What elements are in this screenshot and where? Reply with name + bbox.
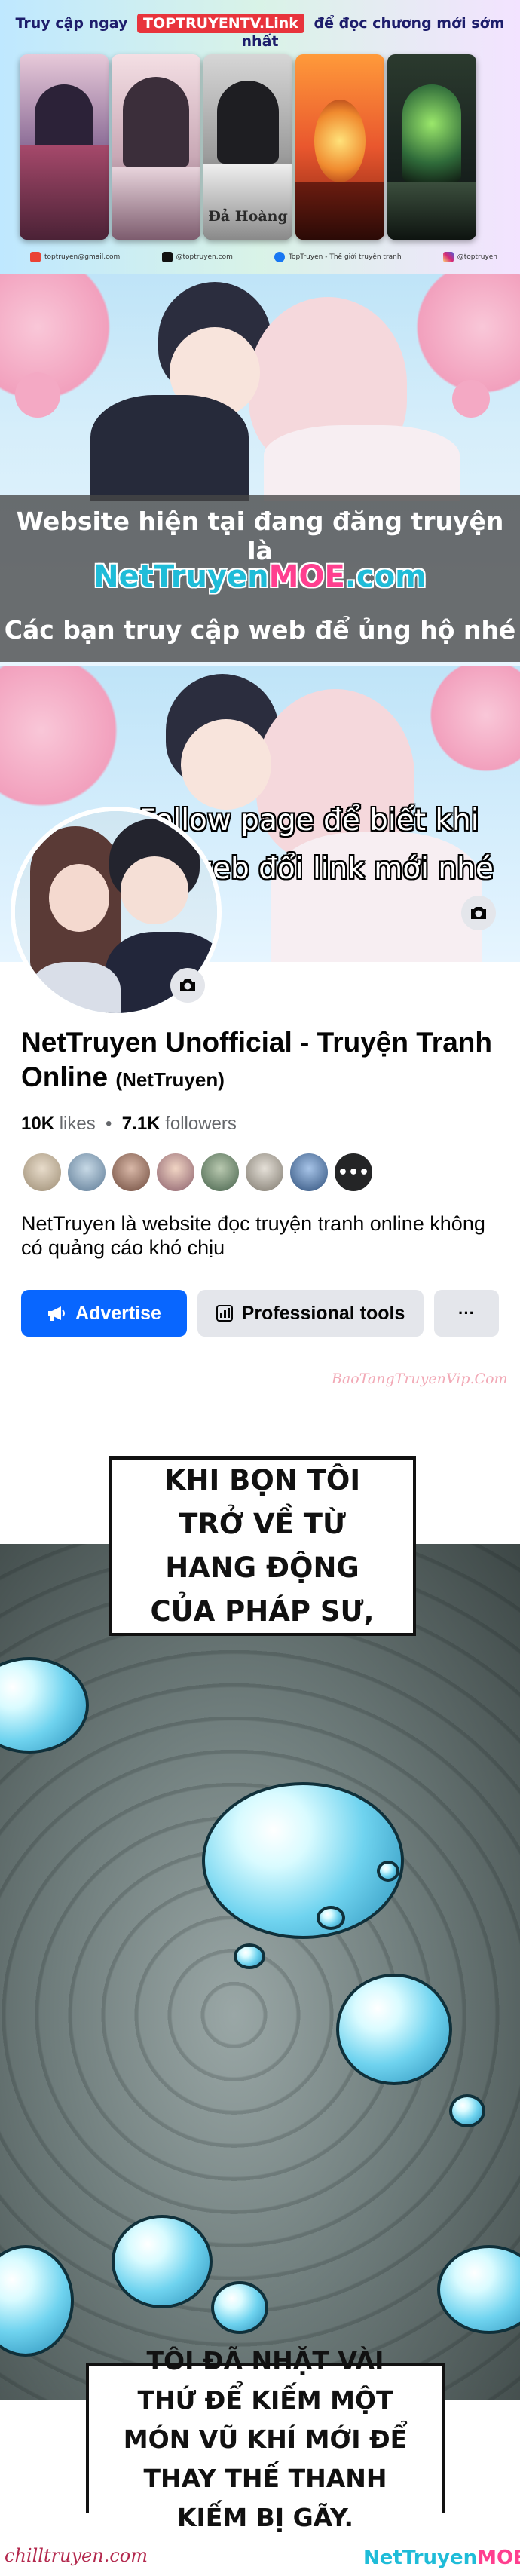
- social-link[interactable]: @toptruyen.com: [161, 252, 233, 262]
- follower-avatars: •••: [21, 1151, 377, 1193]
- comic-cover-title: Đả Hoàng: [208, 208, 288, 225]
- notice-domain-moe: MOE: [268, 559, 345, 594]
- avatar[interactable]: [243, 1151, 286, 1193]
- ellipsis-icon: ···: [458, 1303, 475, 1322]
- notice-domain[interactable]: NetTruyenMOE.com: [0, 559, 520, 594]
- cave-illustration: [0, 1544, 520, 2400]
- page-title: NetTruyen Unofficial - Truyện Tranh Onli…: [21, 1025, 503, 1097]
- notice-domain-main: NetTruyen: [93, 559, 269, 594]
- advertise-label: Advertise: [75, 1302, 161, 1324]
- comic-cover-card[interactable]: [387, 54, 476, 240]
- caption-text-1: KHI BỌN TÔI TRỞ VỀ TỪ HANG ĐỘNG CỦA PHÁP…: [150, 1464, 375, 1628]
- promo-prefix: Truy cập ngay: [15, 15, 128, 32]
- watermark-left: chilltruyen.com: [5, 2545, 148, 2566]
- likes-label: likes: [59, 1113, 96, 1134]
- more-followers-button[interactable]: •••: [332, 1151, 375, 1193]
- followers-label: followers: [165, 1113, 237, 1134]
- camera-icon: [180, 979, 195, 991]
- social-link-text: @toptruyen.com: [176, 253, 233, 261]
- gmail-icon: [30, 252, 41, 262]
- watermark-right: NetTruyenMOE: [363, 2547, 520, 2569]
- social-link-text: @toptruyen: [457, 253, 497, 261]
- promo-banner: Truy cập ngay TOPTRUYENTV.Link để đọc ch…: [0, 0, 520, 274]
- promo-headline: Truy cập ngay TOPTRUYENTV.Link để đọc ch…: [0, 14, 520, 50]
- professional-tools-label: Professional tools: [241, 1302, 405, 1324]
- page-handle: (NetTruyen): [115, 1068, 225, 1091]
- facebook-icon: [274, 252, 286, 262]
- notice-line-3: Các bạn truy cập web để ủng hộ nhé: [4, 615, 516, 645]
- avatar[interactable]: [21, 1151, 63, 1193]
- social-link-text: toptruyen@gmail.com: [44, 253, 121, 261]
- followers-count[interactable]: 7.1K: [122, 1113, 161, 1134]
- page-stats: 10K likes • 7.1K followers: [21, 1113, 237, 1134]
- comic-cover-card[interactable]: [295, 54, 384, 240]
- caption-text-2: TÔI ĐÃ NHẶT VÀI THỨ ĐỂ KIẾM MỘT MÓN VŨ K…: [123, 2346, 408, 2532]
- social-link[interactable]: toptruyen@gmail.com: [30, 252, 120, 262]
- social-links-row: toptruyen@gmail.com @toptruyen.com TopTr…: [30, 249, 497, 265]
- comic-cover-card[interactable]: [20, 54, 109, 240]
- avatar-camera-button[interactable]: [170, 968, 205, 1003]
- caption-box-1: KHI BỌN TÔI TRỞ VỀ TỪ HANG ĐỘNG CỦA PHÁP…: [109, 1456, 416, 1636]
- social-link-text: TopTruyen - Thế giới truyện tranh: [289, 253, 402, 261]
- comic-cover-card[interactable]: Đả Hoàng: [203, 54, 292, 240]
- instagram-icon: [442, 252, 454, 262]
- avatar[interactable]: [199, 1151, 241, 1193]
- more-icon: •••: [337, 1162, 370, 1182]
- avatar[interactable]: [154, 1151, 197, 1193]
- watermark-right-main: NetTruyen: [363, 2547, 478, 2569]
- likes-count[interactable]: 10K: [21, 1113, 54, 1134]
- site-notice-banner: Website hiện tại đang đăng truyện là Net…: [0, 274, 520, 666]
- promo-brand-link[interactable]: TOPTRUYENTV.Link: [137, 14, 304, 33]
- dashboard-icon: [216, 1305, 233, 1322]
- cover-camera-button[interactable]: [461, 896, 496, 930]
- watermark-right-moe: MOE: [477, 2547, 520, 2569]
- avatar[interactable]: [288, 1151, 330, 1193]
- watermark-top: BaoTangTruyenVip.Com: [332, 1371, 508, 1387]
- professional-tools-button[interactable]: Professional tools: [197, 1290, 424, 1337]
- camera-icon: [471, 907, 486, 919]
- page-name: NetTruyen Unofficial - Truyện Tranh Onli…: [21, 1027, 492, 1092]
- tiktok-icon: [161, 252, 173, 262]
- advertise-button[interactable]: Advertise: [21, 1290, 187, 1337]
- comic-cover-card[interactable]: [112, 54, 200, 240]
- social-link[interactable]: @toptruyen: [442, 252, 497, 262]
- notice-domain-tail: .com: [344, 559, 427, 594]
- avatar[interactable]: [66, 1151, 108, 1193]
- notice-line-1: Website hiện tại đang đăng truyện là: [16, 507, 504, 565]
- avatar[interactable]: [110, 1151, 152, 1193]
- page-description: NetTruyen là website đọc truyện tranh on…: [21, 1212, 485, 1259]
- caption-box-2: TÔI ĐÃ NHẶT VÀI THỨ ĐỂ KIẾM MỘT MÓN VŨ K…: [86, 2346, 445, 2532]
- more-options-button[interactable]: ···: [434, 1290, 499, 1337]
- megaphone-icon: [48, 1306, 66, 1321]
- social-link[interactable]: TopTruyen - Thế giới truyện tranh: [274, 252, 402, 262]
